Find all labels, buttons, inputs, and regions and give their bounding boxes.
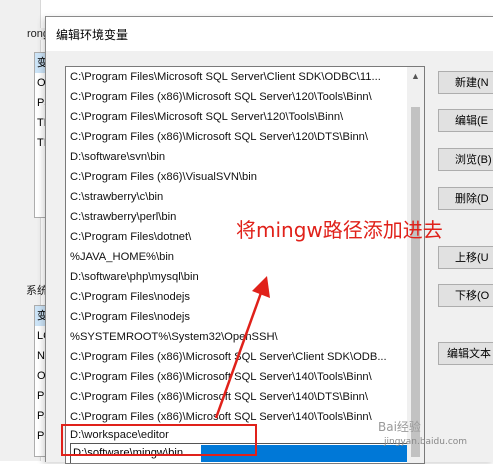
watermark-sub: jingyan.baidu.com: [384, 437, 468, 447]
watermark-main: Bai经验: [378, 420, 421, 434]
watermark: Bai经验 jingyan.baidu.com: [378, 418, 467, 447]
annotation-text: 将mingw路径添加进去: [236, 218, 443, 242]
